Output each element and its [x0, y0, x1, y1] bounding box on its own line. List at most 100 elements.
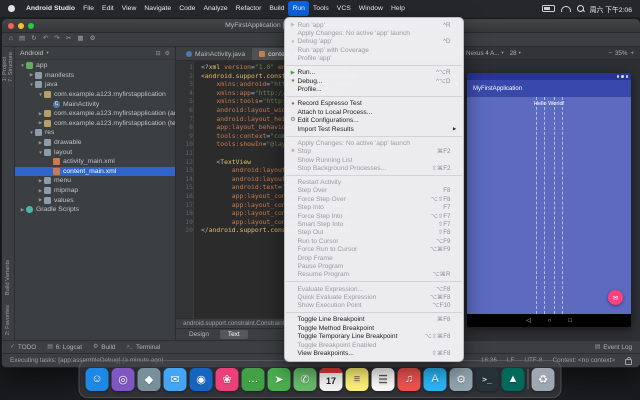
- recents-icon[interactable]: □: [568, 318, 572, 324]
- photos-dock-icon[interactable]: ❀: [216, 368, 239, 391]
- menubar-item[interactable]: Window: [355, 0, 387, 17]
- tool-window-tab[interactable]: 7: Structure: [8, 52, 14, 82]
- back-icon[interactable]: ◁: [526, 317, 531, 324]
- terminal-dock-icon[interactable]: >_: [476, 368, 499, 391]
- sysprefs-dock-icon[interactable]: ⚙: [450, 368, 473, 391]
- project-view-selector[interactable]: Android: [20, 50, 43, 57]
- run-menu-item[interactable]: Force Step Over ⌥⇧F8: [285, 195, 463, 203]
- tree-item[interactable]: ▼ res: [15, 128, 175, 138]
- tree-item[interactable]: ▶ drawable: [15, 138, 175, 148]
- calendar-dock-icon[interactable]: 17: [320, 368, 343, 391]
- expand-arrow-icon[interactable]: ▼: [19, 63, 26, 68]
- close-button[interactable]: [8, 23, 14, 29]
- panel-settings-icon[interactable]: ⚙: [165, 50, 170, 57]
- run-menu-item[interactable]: Force Step Into ⌥⇧F7: [285, 212, 463, 220]
- run-menu-item[interactable]: Stop ⌘F2: [285, 147, 463, 155]
- run-menu-item[interactable]: Run to Cursor ⌥F9: [285, 237, 463, 245]
- run-menu-item[interactable]: Toggle Temporary Line Breakpoint ⌥⇧⌘F8: [285, 333, 463, 341]
- preview-content[interactable]: Hello World! ✉: [467, 97, 631, 314]
- tree-item[interactable]: ▶ Gradle Scripts: [15, 205, 175, 215]
- finder-dock-icon[interactable]: ☺: [86, 368, 109, 391]
- run-menu-item[interactable]: Run 'app' ^R: [285, 21, 463, 29]
- run-menu-item[interactable]: Edit Configurations...: [285, 116, 463, 124]
- undo-icon[interactable]: ↶: [43, 36, 49, 43]
- run-menu-item[interactable]: Profile 'app': [285, 55, 463, 63]
- menubar-item[interactable]: Tools: [309, 0, 333, 17]
- run-menu-item[interactable]: Pause Program: [285, 262, 463, 270]
- expand-arrow-icon[interactable]: ▶: [37, 178, 44, 184]
- copy-icon[interactable]: ▦: [77, 36, 83, 43]
- expand-arrow-icon[interactable]: ▼: [28, 82, 35, 87]
- tool-window-button[interactable]: ✓ TODO: [10, 344, 36, 351]
- lock-icon[interactable]: [625, 359, 632, 365]
- tool-window-tab[interactable]: 2: Favorites: [5, 305, 11, 335]
- battery-icon[interactable]: [542, 5, 555, 13]
- run-menu-item[interactable]: Debug 'app' ^D: [285, 38, 463, 46]
- run-menu-item[interactable]: Step Into F7: [285, 204, 463, 212]
- run-menu-item[interactable]: Run... ^⌥R: [285, 69, 463, 77]
- notes-dock-icon[interactable]: ≡: [346, 368, 369, 391]
- expand-arrow-icon[interactable]: ▼: [28, 130, 35, 135]
- menubar-item[interactable]: Analyze: [199, 0, 231, 17]
- design-surface[interactable]: MyFirstApplication Hello World! ✉ ◁: [460, 60, 640, 340]
- expand-arrow-icon[interactable]: ▶: [37, 188, 44, 194]
- tree-item[interactable]: activity_main.xml: [15, 157, 175, 167]
- tool-window-button[interactable]: ▤ 6: Logcat: [47, 344, 82, 351]
- menubar-item[interactable]: VCS: [333, 0, 355, 17]
- settings-icon[interactable]: ⚙: [90, 36, 96, 43]
- maps-dock-icon[interactable]: ➤: [268, 368, 291, 391]
- menubar-item[interactable]: Help: [387, 0, 409, 17]
- expand-arrow-icon[interactable]: ▶: [37, 120, 44, 126]
- expand-arrow-icon[interactable]: ▼: [37, 150, 44, 155]
- tree-item[interactable]: ▶ mipmap: [15, 186, 175, 196]
- menubar-run[interactable]: Run Run 'app' ^R Apply Changes: No activ…: [288, 1, 308, 16]
- tool-window-tab[interactable]: Build Variants: [5, 260, 11, 295]
- event-log-button[interactable]: ▤ Event Log: [595, 344, 632, 351]
- run-menu-item[interactable]: Resume Program ⌥⌘R: [285, 271, 463, 279]
- trash-dock-icon[interactable]: ♻: [532, 368, 555, 391]
- collapse-all-icon[interactable]: ⊟: [156, 50, 161, 57]
- launchpad-dock-icon[interactable]: ◆: [138, 368, 161, 391]
- facetime-dock-icon[interactable]: ✆: [294, 368, 317, 391]
- run-menu-item[interactable]: Drop Frame: [285, 254, 463, 262]
- fab-button[interactable]: ✉: [608, 290, 623, 305]
- run-menu-item[interactable]: Attach to Local Process...: [285, 108, 463, 116]
- zoom-in-icon[interactable]: +: [630, 50, 634, 57]
- zoom-button[interactable]: [28, 23, 34, 29]
- device-selector[interactable]: Nexus 4 A... ▾: [466, 50, 504, 57]
- run-menu-item[interactable]: Apply Changes: No active 'app' launch: [285, 29, 463, 37]
- reminders-dock-icon[interactable]: ☰: [372, 368, 395, 391]
- menubar-item[interactable]: View: [118, 0, 141, 17]
- tree-item[interactable]: ▶ com.example.a123.myfirstapplication (a…: [15, 109, 175, 119]
- menubar-item[interactable]: Navigate: [140, 0, 175, 17]
- editor-view-tab[interactable]: Design: [181, 330, 217, 339]
- menubar-item[interactable]: Code: [175, 0, 199, 17]
- menubar-item[interactable]: Android Studio: [22, 0, 79, 17]
- menubar-item[interactable]: File: [79, 0, 98, 17]
- expand-arrow-icon[interactable]: ▶: [19, 207, 26, 213]
- expand-arrow-icon[interactable]: ▼: [37, 92, 44, 97]
- run-menu-item[interactable]: View Breakpoints... ⇧⌘F8: [285, 349, 463, 357]
- run-menu-item[interactable]: Toggle Breakpoint Enabled: [285, 341, 463, 349]
- save-all-icon[interactable]: ▤: [19, 36, 25, 43]
- tool-window-button[interactable]: ⚙ Build: [93, 344, 115, 351]
- run-menu-item[interactable]: Record Espresso Test: [285, 100, 463, 108]
- expand-arrow-icon[interactable]: ▶: [28, 72, 35, 78]
- tree-item[interactable]: ▼ layout: [15, 147, 175, 157]
- run-menu-item[interactable]: Force Run to Cursor ⌥⌘F9: [285, 246, 463, 254]
- run-menu-item[interactable]: Step Over F8: [285, 187, 463, 195]
- safari-dock-icon[interactable]: ◉: [190, 368, 213, 391]
- cut-icon[interactable]: ✂: [66, 36, 72, 43]
- run-menu-item[interactable]: Profile...: [285, 86, 463, 94]
- androidstudio-dock-icon[interactable]: ▲: [502, 368, 525, 391]
- tree-item[interactable]: ▼ app: [15, 61, 175, 71]
- tree-item[interactable]: ▶ com.example.a123.myfirstapplication (t…: [15, 119, 175, 129]
- status-segment[interactable]: Context: <no context>: [552, 357, 615, 364]
- tree-item[interactable]: ▼ com.example.a123.myfirstapplication: [15, 90, 175, 100]
- wifi-icon[interactable]: [561, 6, 571, 12]
- menubar-item[interactable]: Edit: [98, 0, 118, 17]
- editor-tab[interactable]: MainActivity.java: [179, 48, 252, 60]
- open-project-icon[interactable]: ⌂: [9, 36, 13, 43]
- menubar-item[interactable]: Build: [265, 0, 288, 17]
- messages-dock-icon[interactable]: …: [242, 368, 265, 391]
